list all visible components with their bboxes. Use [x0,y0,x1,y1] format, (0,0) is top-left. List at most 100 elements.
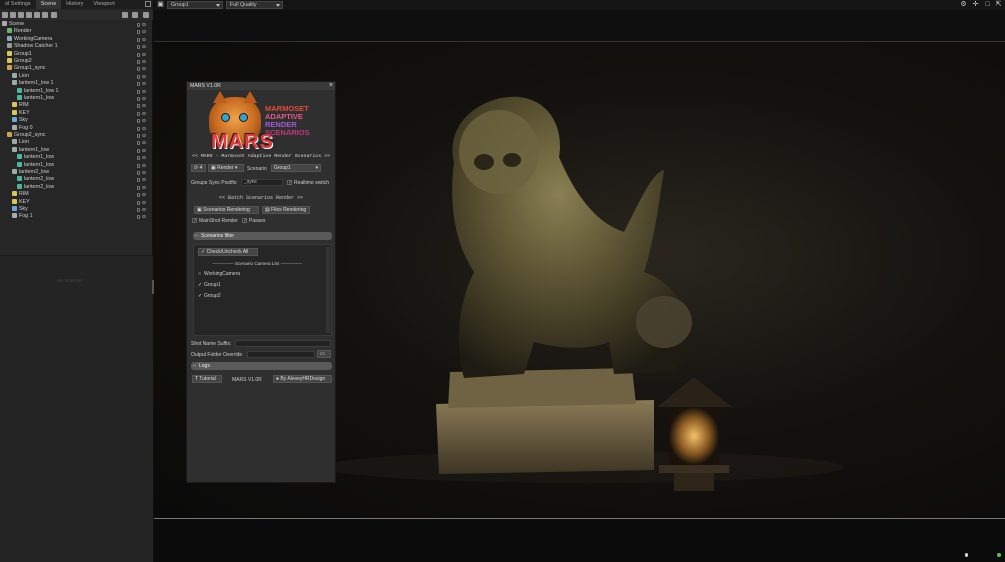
passes-checkbox[interactable]: ✓ [242,218,247,224]
moon-icon[interactable] [965,553,968,557]
tree-row[interactable]: lantern2_low [0,176,148,183]
tree-row[interactable]: lantern2_low [0,169,148,176]
cursor-icon[interactable] [2,12,8,18]
lock-icon[interactable] [137,52,140,57]
camera-row[interactable]: ✓ Group1 [198,281,318,290]
lock-icon[interactable] [137,134,140,138]
lock-icon[interactable] [137,141,140,146]
material-add-icon[interactable] [51,12,57,18]
lock-icon[interactable] [137,126,140,131]
tree-row[interactable]: Lion [0,139,148,146]
box-add-icon[interactable] [34,12,40,18]
lock-icon[interactable] [137,37,140,42]
eye-icon[interactable] [142,82,146,86]
tree-row[interactable]: Group1_sync [0,65,148,72]
trash-icon[interactable] [143,12,149,18]
tree-row[interactable]: Lion [0,73,148,80]
gear-icon[interactable]: ⚙ [960,1,967,8]
lock-icon[interactable] [137,200,140,205]
import-icon[interactable] [42,12,48,18]
lock-icon[interactable] [137,82,140,87]
logs-toggle[interactable]: − Logs [191,362,332,370]
tree-row[interactable]: Fog 1 [0,213,148,220]
mesh-add-icon[interactable] [26,12,32,18]
eye-icon[interactable] [142,30,146,34]
tree-row[interactable]: RIM [0,191,148,198]
eye-icon[interactable] [142,148,146,152]
tree-row[interactable]: Render [0,28,148,35]
popout-icon[interactable]: ⇱ [995,1,1002,8]
camera-select[interactable]: Group1 [167,1,223,9]
eye-icon[interactable] [142,111,146,115]
eye-icon[interactable] [142,200,146,204]
move-icon[interactable]: ✛ [972,1,979,8]
tab-history[interactable]: History [61,0,88,9]
tree-row[interactable]: lantern1_low [0,95,148,102]
tree-row[interactable]: lantern1_low [0,147,148,154]
output-folder-input[interactable] [247,351,315,358]
eye-icon[interactable] [142,156,146,160]
duplicate-icon[interactable] [132,12,138,18]
tab-viewport[interactable]: Viewport [88,0,119,9]
maximize-icon[interactable]: □ [984,1,991,8]
tree-row[interactable]: KEY [0,199,148,206]
eye-icon[interactable] [142,208,146,211]
close-icon[interactable]: × [329,82,333,90]
lock-icon[interactable] [137,97,140,101]
lock-icon[interactable] [137,67,140,72]
lock-icon[interactable] [137,60,140,64]
tab-tool-settings[interactable]: ol Settings [0,0,36,9]
lock-icon[interactable] [137,30,140,35]
lock-icon[interactable] [137,148,140,153]
tree-row[interactable]: RIM [0,102,148,109]
tree-row[interactable]: Group2 [0,58,148,65]
tree-row[interactable]: Fog 0 [0,125,148,132]
lock-icon[interactable] [137,119,140,124]
tree-row[interactable]: WorkingCamera [0,36,148,43]
popout-icon[interactable] [145,1,151,7]
eye-icon[interactable] [142,37,146,41]
tree-row[interactable]: KEY [0,110,148,117]
mainshot-render-checkbox[interactable]: ✓ [192,218,197,224]
realtime-switch-checkbox[interactable]: ✓ [287,180,292,186]
tree-row[interactable]: lantern1_low 1 [0,88,148,95]
lock-icon[interactable] [137,193,140,198]
render-button[interactable]: ▣ Render ▾ [208,164,244,172]
tree-row[interactable]: Sky [0,206,148,213]
lock-icon[interactable] [137,208,140,212]
tree-row[interactable]: lantern1_low [0,154,148,161]
lock-icon[interactable] [137,45,140,50]
eye-icon[interactable] [142,89,146,93]
lock-icon[interactable] [137,215,140,220]
tutorial-button[interactable]: T Tutorial [192,375,222,383]
lock-icon[interactable] [137,163,140,168]
lock-icon[interactable] [137,89,140,94]
browse-folder-button[interactable]: ▭ [317,350,331,358]
lock-icon[interactable] [137,74,140,79]
eye-icon[interactable] [142,52,146,56]
scenario-select[interactable]: Group1 ▾ [271,164,321,172]
light-add-icon[interactable] [10,12,16,18]
lock-icon[interactable] [137,23,140,27]
groups-sync-input[interactable]: _sync [241,179,283,186]
eye-icon[interactable] [142,185,146,189]
lock-icon[interactable] [137,104,140,109]
eye-icon[interactable] [142,178,146,182]
eye-icon[interactable] [142,45,146,49]
tab-scene[interactable]: Scene [35,0,62,9]
refresh-button[interactable]: ⟳ 4 [191,164,206,172]
folder-icon[interactable] [122,12,128,18]
eye-icon[interactable] [142,171,146,174]
eye-icon[interactable] [142,74,146,78]
eye-icon[interactable] [142,163,146,167]
eye-icon[interactable] [142,119,146,123]
eye-icon[interactable] [142,67,146,71]
eye-icon[interactable] [142,193,146,197]
lock-icon[interactable] [137,171,140,175]
tree-row[interactable]: Scene [0,21,148,28]
credits-button[interactable]: ● By AlexeyHRDesign [273,375,332,383]
eye-icon[interactable] [142,104,146,108]
scrollbar[interactable] [326,247,330,333]
eye-icon[interactable] [142,23,146,26]
tree-row[interactable]: Shadow Catcher 1 [0,43,148,50]
